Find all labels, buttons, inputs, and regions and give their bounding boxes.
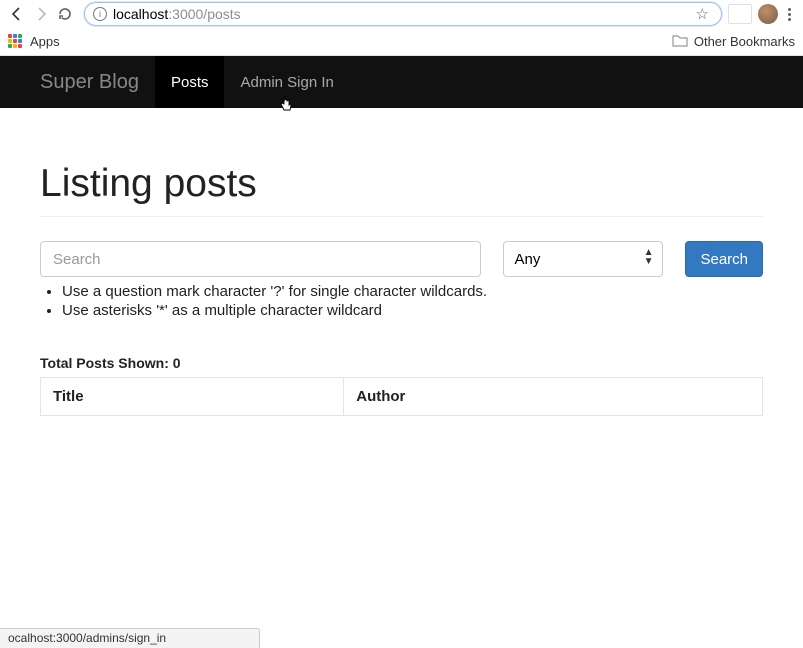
search-button[interactable]: Search [685,241,763,277]
page-title: Listing posts [40,162,763,206]
site-info-icon[interactable]: i [93,7,107,21]
brand-link[interactable]: Super Blog [40,56,139,108]
search-row: Any ▲▼ Search [40,241,763,277]
filter-select-wrap: Any ▲▼ [503,241,663,277]
forward-button[interactable] [32,5,50,23]
url-text: localhost:3000/posts [113,6,696,22]
posts-table: Title Author [40,377,763,416]
back-button[interactable] [8,5,26,23]
other-bookmarks-link[interactable]: Other Bookmarks [694,34,795,49]
apps-label[interactable]: Apps [30,34,60,49]
title-divider [40,216,763,217]
browser-toolbar: i localhost:3000/posts ☆ [0,0,803,28]
search-hints: Use a question mark character '?' for si… [62,283,763,319]
nav-item-admin-signin[interactable]: Admin Sign In [224,56,349,108]
search-input[interactable] [40,241,481,277]
url-host: localhost [113,6,168,22]
bookmarks-bar: Apps Other Bookmarks [0,28,803,56]
apps-icon[interactable] [8,34,24,50]
total-posts-line: Total Posts Shown: 0 [40,355,763,371]
folder-icon [672,33,688,50]
app-navbar: Super Blog Posts Admin Sign In [0,56,803,108]
address-bar[interactable]: i localhost:3000/posts ☆ [84,2,722,26]
status-bar: ocalhost:3000/admins/sign_in [0,628,260,648]
nav-item-posts[interactable]: Posts [155,56,225,108]
total-count: 0 [173,355,181,371]
extension-button[interactable] [728,4,752,24]
hint-item: Use asterisks '*' as a multiple characte… [62,302,763,319]
url-path: :3000/posts [168,6,240,22]
main-container: Listing posts Any ▲▼ Search Use a questi… [0,108,803,446]
bookmark-star-icon[interactable]: ☆ [696,5,709,23]
chrome-menu-button[interactable] [784,8,795,21]
reload-button[interactable] [56,5,74,23]
col-author: Author [344,378,763,416]
profile-avatar[interactable] [758,4,778,24]
table-header-row: Title Author [41,378,763,416]
hint-item: Use a question mark character '?' for si… [62,283,763,300]
filter-select[interactable]: Any [503,241,663,277]
total-label: Total Posts Shown: [40,355,169,371]
col-title: Title [41,378,344,416]
